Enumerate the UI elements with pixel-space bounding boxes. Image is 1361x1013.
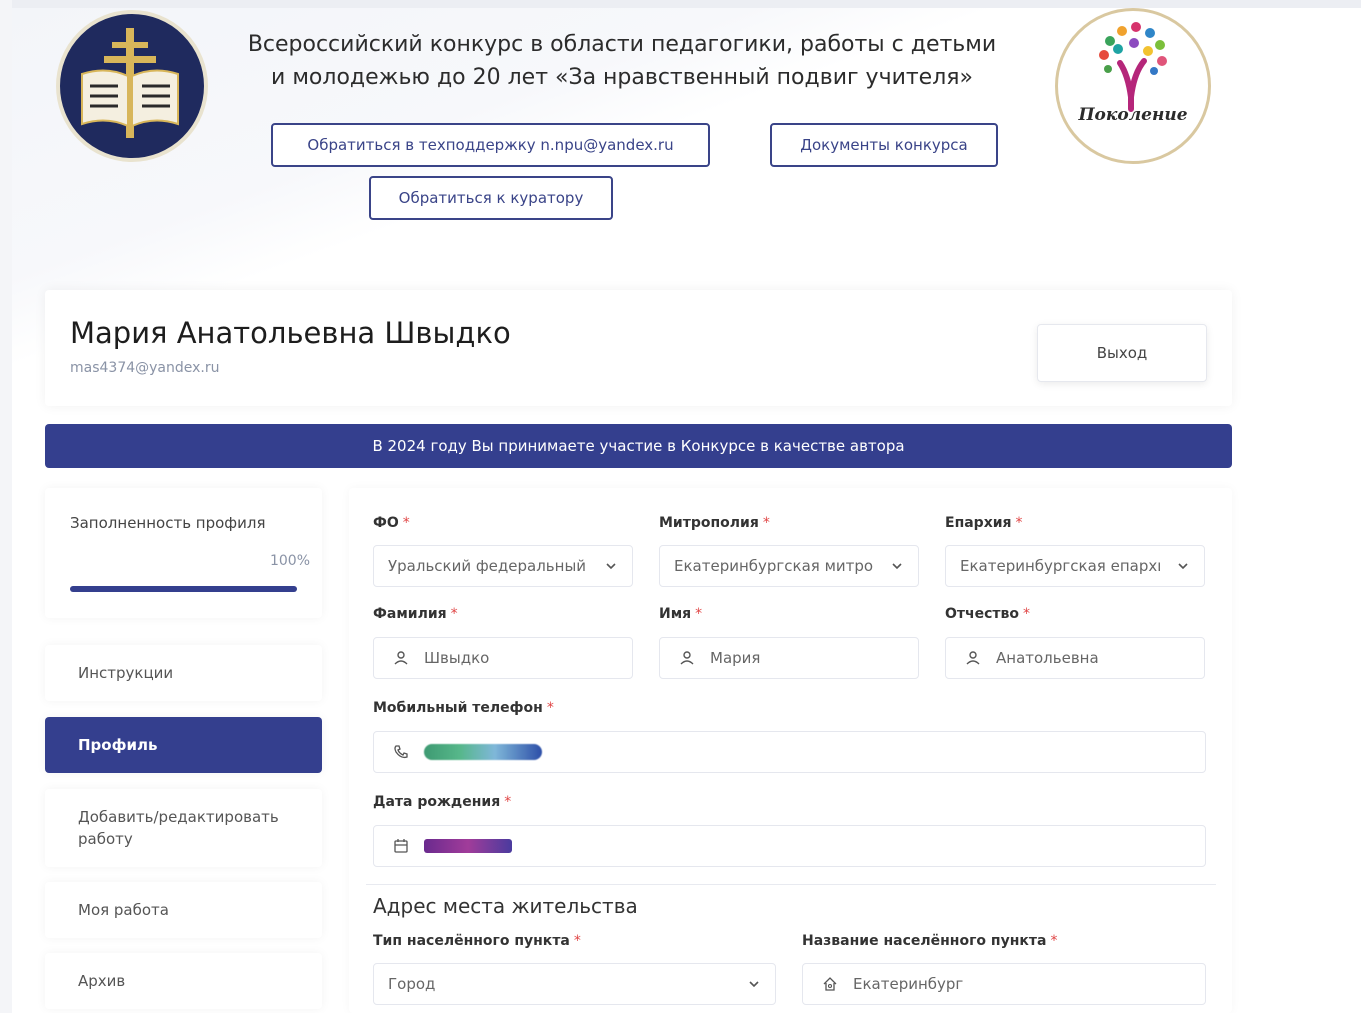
sidebar-item-instructions[interactable]: Инструкции	[45, 645, 322, 701]
patronymic-label: Отчество *	[945, 606, 1031, 622]
birth-date-redacted-value	[424, 839, 512, 853]
user-icon	[678, 649, 696, 667]
contest-title: Всероссийский конкурс в области педагоги…	[222, 28, 1022, 94]
profile-card: Мария Анатольевна Швыдко mas4374@yandex.…	[45, 290, 1232, 406]
first-name-label: Имя *	[659, 606, 703, 622]
cross-book-icon	[81, 28, 179, 138]
home-icon	[821, 975, 839, 993]
phone-redacted-value	[424, 744, 542, 760]
documents-button[interactable]: Документы конкурса	[770, 123, 998, 167]
sidebar-item-edit-work[interactable]: Добавить/редактировать работу	[45, 789, 322, 867]
settlement-type-value: Город	[388, 975, 436, 993]
settlement-type-label: Тип населённого пункта *	[373, 933, 581, 949]
tree-icon	[1099, 22, 1167, 112]
patronymic-field[interactable]: Анатольевна	[945, 637, 1205, 679]
eparchy-select[interactable]: Екатеринбургская епархия	[945, 545, 1205, 587]
settlement-name-value: Екатеринбург	[853, 975, 964, 993]
support-button[interactable]: Обратиться в техподдержку n.npu@yandex.r…	[271, 123, 710, 167]
first-name-value: Мария	[710, 649, 761, 667]
metropolia-select-value: Екатеринбургская митрополия	[674, 557, 874, 575]
pokolenie-logo-text: Поколение	[1078, 105, 1188, 125]
address-section-title: Адрес места жительства	[373, 894, 638, 918]
last-name-value: Швыдко	[424, 649, 490, 667]
progress-value: 100%	[269, 553, 310, 569]
first-name-field[interactable]: Мария	[659, 637, 919, 679]
profile-completeness-card: Заполненность профиля 100%	[45, 488, 322, 618]
settlement-name-label: Название населённого пункта *	[802, 933, 1058, 949]
fo-label: ФО *	[373, 515, 410, 531]
eparchy-label: Епархия *	[945, 515, 1023, 531]
progress-label: Заполненность профиля	[70, 514, 266, 532]
sidebar-item-profile[interactable]: Профиль	[45, 717, 322, 773]
progress-bar-fill	[70, 586, 297, 592]
profile-name: Мария Анатольевна Швыдко	[70, 316, 511, 350]
metropolia-label: Митрополия *	[659, 515, 770, 531]
eparchy-select-value: Екатеринбургская епархия	[960, 557, 1160, 575]
patronymic-value: Анатольевна	[996, 649, 1099, 667]
curator-button[interactable]: Обратиться к куратору	[369, 176, 613, 220]
form-divider	[366, 884, 1216, 885]
settlement-type-select[interactable]: Город	[373, 963, 776, 1005]
left-strip	[0, 0, 12, 1013]
phone-label: Мобильный телефон *	[373, 700, 554, 716]
progress-bar	[70, 586, 297, 592]
birth-date-label: Дата рождения *	[373, 794, 512, 810]
calendar-icon	[392, 837, 410, 855]
fo-select-value: Уральский федеральный	[388, 557, 587, 575]
metropolia-select[interactable]: Екатеринбургская митрополия	[659, 545, 919, 587]
last-name-label: Фамилия *	[373, 606, 458, 622]
fo-select[interactable]: Уральский федеральный	[373, 545, 633, 587]
contest-title-line2: и молодежью до 20 лет «За нравственный п…	[271, 65, 973, 90]
last-name-field[interactable]: Швыдко	[373, 637, 633, 679]
logout-button[interactable]: Выход	[1037, 324, 1207, 382]
chevron-down-icon	[1178, 563, 1188, 570]
top-strip	[0, 0, 1361, 8]
chevron-down-icon	[892, 563, 902, 570]
sidebar-item-archive[interactable]: Архив	[45, 953, 322, 1009]
chevron-down-icon	[749, 981, 759, 988]
chevron-down-icon	[606, 563, 616, 570]
user-icon	[392, 649, 410, 667]
user-icon	[964, 649, 982, 667]
phone-icon	[392, 743, 410, 761]
pokolenie-logo: Поколение	[1055, 8, 1211, 164]
contest-logo	[56, 10, 208, 162]
participation-banner: В 2024 году Вы принимаете участие в Конк…	[45, 424, 1232, 468]
sidebar-item-my-work[interactable]: Моя работа	[45, 882, 322, 938]
contest-title-line1: Всероссийский конкурс в области педагоги…	[247, 32, 997, 57]
birth-date-field[interactable]	[373, 825, 1206, 867]
settlement-name-field[interactable]: Екатеринбург	[802, 963, 1206, 1005]
profile-email: mas4374@yandex.ru	[70, 360, 220, 376]
phone-field[interactable]	[373, 731, 1206, 773]
